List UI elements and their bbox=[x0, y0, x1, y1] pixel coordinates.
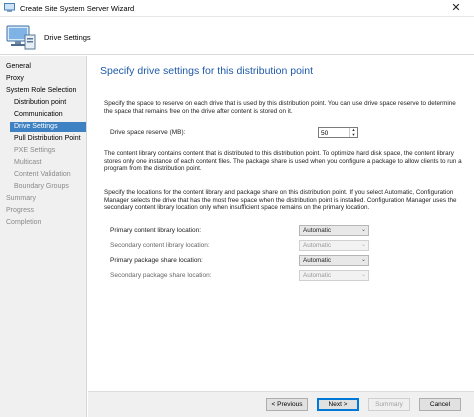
secondary-content-library-label: Secondary content library location: bbox=[110, 242, 210, 249]
drive-reserve-input[interactable] bbox=[321, 129, 347, 137]
close-button[interactable]: ✕ bbox=[438, 0, 474, 17]
nav-item-multicast: Multicast bbox=[14, 159, 42, 166]
nav-item-system-role-selection: System Role Selection bbox=[6, 87, 77, 94]
secondary-content-library-select: Automatic ⌄ bbox=[299, 240, 369, 251]
next-button[interactable]: Next > bbox=[317, 398, 359, 411]
content-library-description: The content library contains content tha… bbox=[104, 150, 462, 172]
primary-content-library-select[interactable]: Automatic ⌄ bbox=[299, 225, 369, 236]
nav-item-progress: Progress bbox=[6, 207, 35, 214]
primary-package-share-value: Automatic bbox=[303, 257, 331, 264]
chevron-down-icon: ⌄ bbox=[360, 272, 366, 278]
summary-button: Summary bbox=[368, 398, 410, 411]
primary-content-library-value: Automatic bbox=[303, 227, 331, 234]
nav-item-completion: Completion bbox=[6, 219, 42, 226]
primary-package-share-select[interactable]: Automatic ⌄ bbox=[299, 255, 369, 266]
wizard-footer: < Previous Next > Summary Cancel bbox=[88, 391, 474, 417]
nav-item-distribution-point: Distribution point bbox=[14, 99, 67, 106]
nav-item-content-validation: Content Validation bbox=[14, 171, 71, 178]
spinner-arrows[interactable]: ▲ ▼ bbox=[349, 127, 357, 138]
wizard-app-icon bbox=[4, 3, 15, 12]
nav-item-pxe-settings: PXE Settings bbox=[14, 147, 56, 154]
previous-button[interactable]: < Previous bbox=[266, 398, 308, 411]
nav-item-pull-distribution-point: Pull Distribution Point bbox=[14, 135, 81, 142]
page-title: Drive Settings bbox=[44, 33, 91, 42]
secondary-package-share-value: Automatic bbox=[303, 272, 331, 279]
cancel-button[interactable]: Cancel bbox=[419, 398, 461, 411]
nav-item-boundary-groups: Boundary Groups bbox=[14, 183, 69, 190]
nav-item-general: General bbox=[6, 63, 31, 70]
wizard-nav: General Proxy System Role Selection Dist… bbox=[0, 56, 87, 417]
nav-item-proxy: Proxy bbox=[6, 75, 24, 82]
nav-item-communication: Communication bbox=[14, 111, 63, 118]
chevron-down-icon: ⌄ bbox=[360, 257, 366, 263]
secondary-package-share-select: Automatic ⌄ bbox=[299, 270, 369, 281]
nav-item-summary: Summary bbox=[6, 195, 36, 202]
section-heading: Specify drive settings for this distribu… bbox=[100, 65, 314, 77]
chevron-down-icon: ⌄ bbox=[360, 227, 366, 233]
primary-package-share-label: Primary package share location: bbox=[110, 257, 203, 264]
close-icon: ✕ bbox=[451, 2, 461, 14]
nav-item-drive-settings: Drive Settings bbox=[10, 122, 86, 132]
main-content: Specify drive settings for this distribu… bbox=[88, 56, 474, 391]
title-bar: Create Site System Server Wizard ✕ bbox=[0, 0, 474, 17]
drive-reserve-description: Specify the space to reserve on each dri… bbox=[104, 100, 456, 115]
locations-description: Specify the locations for the content li… bbox=[104, 189, 457, 211]
secondary-content-library-value: Automatic bbox=[303, 242, 331, 249]
window-title: Create Site System Server Wizard bbox=[20, 4, 135, 13]
drive-reserve-spinner[interactable]: ▲ ▼ bbox=[318, 127, 358, 138]
primary-content-library-label: Primary content library location: bbox=[110, 227, 202, 234]
computer-wizard-icon bbox=[6, 25, 36, 50]
spin-down-icon[interactable]: ▼ bbox=[350, 132, 357, 138]
chevron-down-icon: ⌄ bbox=[360, 242, 366, 248]
secondary-package-share-label: Secondary package share location: bbox=[110, 272, 212, 279]
wizard-header: Drive Settings bbox=[0, 17, 474, 55]
drive-reserve-label: Drive space reserve (MB): bbox=[110, 129, 186, 136]
